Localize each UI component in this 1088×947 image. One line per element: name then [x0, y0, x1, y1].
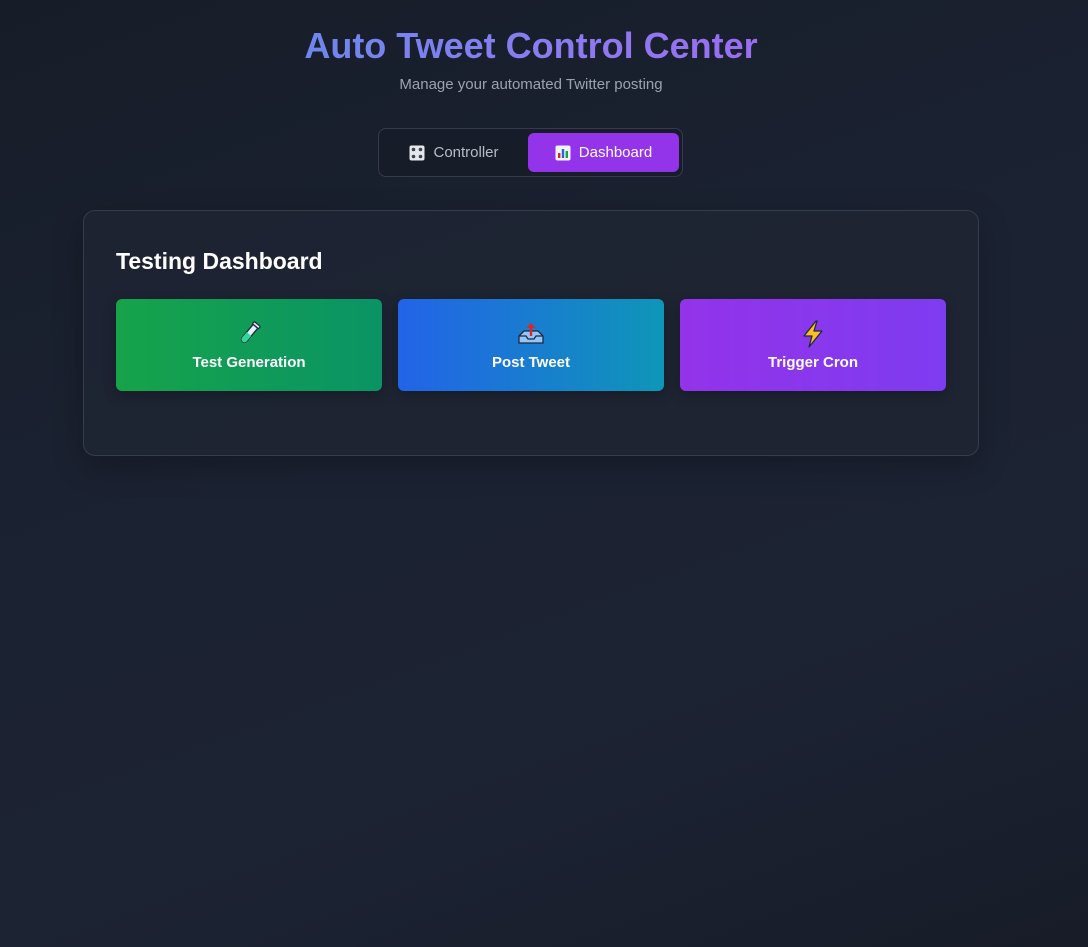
- tab-controller[interactable]: Controller: [383, 133, 525, 172]
- tab-dashboard-label: Dashboard: [578, 144, 653, 161]
- tab-controller-label: Controller: [433, 144, 499, 161]
- trigger-cron-label: Trigger Cron: [767, 353, 858, 371]
- post-tweet-button[interactable]: Post Tweet: [398, 299, 664, 391]
- lightning-icon: [798, 319, 828, 348]
- trigger-cron-button[interactable]: Trigger Cron: [680, 299, 946, 391]
- test-tube-icon: [234, 320, 264, 348]
- test-generation-label: Test Generation: [192, 353, 306, 371]
- bar-chart-icon: [555, 145, 571, 161]
- outbox-tray-icon: [516, 320, 546, 348]
- test-generation-button[interactable]: Test Generation: [116, 299, 382, 391]
- tab-dashboard[interactable]: Dashboard: [528, 133, 679, 172]
- post-tweet-label: Post Tweet: [491, 353, 571, 371]
- page-title: Auto Tweet Control Center: [304, 22, 757, 70]
- view-tab-bar: Controller Dashboard: [378, 128, 683, 177]
- testing-dashboard-panel: Testing Dashboard Test Generation Post T…: [83, 210, 979, 456]
- page-subtitle: Manage your automated Twitter posting: [399, 76, 663, 93]
- page-header: Auto Tweet Control Center Manage your au…: [0, 22, 1062, 93]
- panel-title: Testing Dashboard: [116, 248, 323, 274]
- control-knobs-icon: [409, 145, 425, 161]
